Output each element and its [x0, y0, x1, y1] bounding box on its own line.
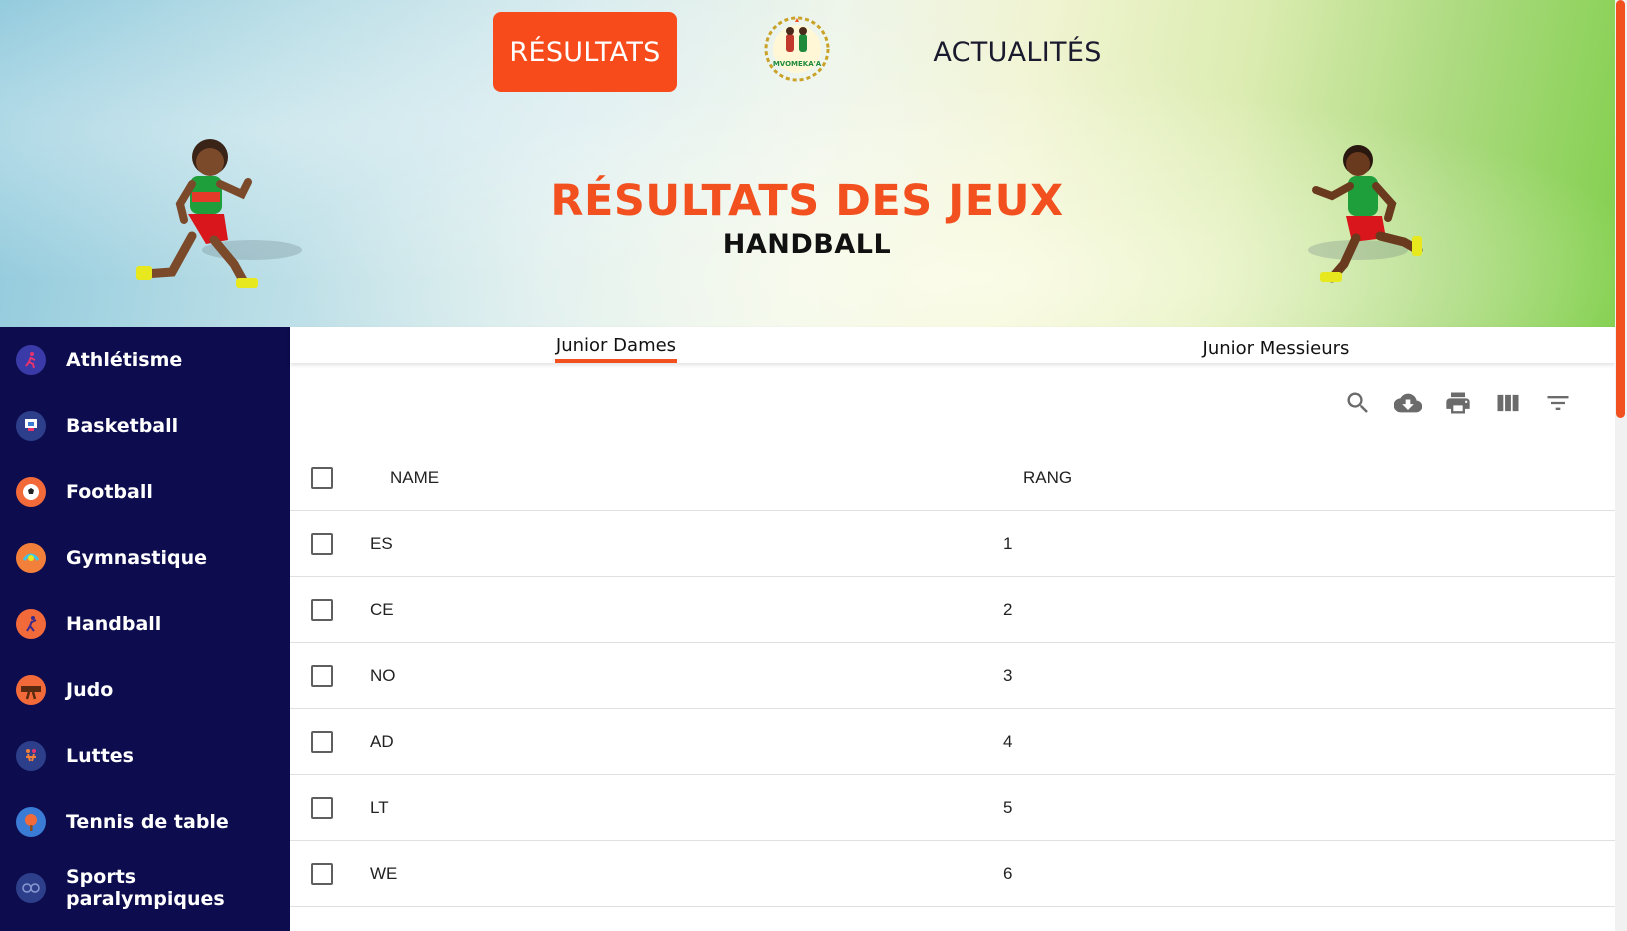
nav-results-button[interactable]: RÉSULTATS	[493, 12, 677, 92]
tab-label: Junior Messieurs	[1202, 337, 1350, 359]
filter-icon[interactable]	[1544, 389, 1572, 417]
sidebar-item-football[interactable]: Football	[0, 459, 290, 525]
scrollbar-thumb[interactable]	[1616, 0, 1625, 418]
table-row[interactable]: CE 2	[290, 577, 1615, 643]
column-header-rang[interactable]: RANG	[1023, 445, 1072, 511]
table-tennis-icon	[16, 807, 46, 837]
cell-rang: 1	[1003, 534, 1013, 553]
sidebar-item-label: Sports paralympiques	[66, 866, 225, 910]
column-header-name[interactable]: NAME	[390, 445, 439, 511]
table-header: NAME RANG	[290, 445, 1615, 511]
football-icon	[16, 477, 46, 507]
sidebar-item-label: Judo	[66, 679, 114, 701]
row-checkbox[interactable]	[311, 533, 333, 555]
sidebar-item-athletisme[interactable]: Athlétisme	[0, 327, 290, 393]
sidebar-item-sports-paralympiques[interactable]: Sports paralympiques	[0, 855, 290, 921]
sidebar-item-label: Basketball	[66, 415, 179, 437]
hero-banner: RÉSULTATS MVOMEKA'A ACTUALITÉS RÉSULTATS…	[0, 0, 1627, 327]
sidebar-item-label: Athlétisme	[66, 349, 183, 371]
active-tab-indicator	[555, 359, 677, 363]
cell-rang: 4	[1003, 732, 1013, 751]
download-icon[interactable]	[1393, 389, 1423, 417]
sidebar-item-judo[interactable]: Judo	[0, 657, 290, 723]
wrestling-icon	[16, 741, 46, 771]
paralympic-icon	[16, 873, 46, 903]
sidebar-item-tennis-de-table[interactable]: Tennis de table	[0, 789, 290, 855]
cell-name: NO	[370, 666, 396, 685]
table-row[interactable]: NO 3	[290, 643, 1615, 709]
svg-text:MVOMEKA'A: MVOMEKA'A	[773, 60, 822, 68]
cell-name: AD	[370, 732, 394, 751]
basketball-icon	[16, 411, 46, 441]
sidebar-item-label: Football	[66, 481, 153, 503]
row-checkbox[interactable]	[311, 599, 333, 621]
nav-news-link[interactable]: ACTUALITÉS	[930, 12, 1105, 92]
sidebar-item-handball[interactable]: Handball	[0, 591, 290, 657]
cell-rang: 5	[1003, 798, 1013, 817]
view-columns-icon[interactable]	[1494, 389, 1522, 417]
sidebar-item-label: Tennis de table	[66, 811, 229, 833]
sidebar-item-basketball[interactable]: Basketball	[0, 393, 290, 459]
print-icon[interactable]	[1444, 389, 1472, 417]
cell-rang: 6	[1003, 864, 1013, 883]
runner-boy-illustration	[1308, 138, 1483, 303]
sidebar-item-gymnastique[interactable]: Gymnastique	[0, 525, 290, 591]
cell-name: LT	[370, 798, 389, 817]
cell-name: WE	[370, 864, 398, 883]
sports-sidebar: Athlétisme Basketball Football Gymnastiq…	[0, 327, 290, 931]
running-icon	[16, 345, 46, 375]
cell-rang: 3	[1003, 666, 1013, 685]
page-scrollbar[interactable]	[1615, 0, 1627, 931]
search-icon[interactable]	[1344, 389, 1372, 417]
handball-icon	[16, 609, 46, 639]
tab-junior-dames[interactable]: Junior Dames	[555, 327, 677, 363]
judo-icon	[16, 675, 46, 705]
sidebar-item-luttes[interactable]: Luttes	[0, 723, 290, 789]
row-checkbox[interactable]	[311, 665, 333, 687]
tab-label: Junior Dames	[555, 334, 677, 356]
results-panel: Junior Dames Junior Messieurs NAME RANG …	[290, 327, 1615, 931]
sidebar-item-label: Luttes	[66, 745, 134, 767]
row-checkbox[interactable]	[311, 797, 333, 819]
cell-name: ES	[370, 534, 393, 553]
sidebar-item-label: Handball	[66, 613, 162, 635]
table-row[interactable]: LT 5	[290, 775, 1615, 841]
table-row[interactable]: AD 4	[290, 709, 1615, 775]
games-logo[interactable]: MVOMEKA'A	[764, 16, 830, 82]
tab-junior-messieurs[interactable]: Junior Messieurs	[1196, 330, 1356, 366]
cell-rang: 2	[1003, 600, 1013, 619]
table-row[interactable]: ES 1	[290, 511, 1615, 577]
row-checkbox[interactable]	[311, 863, 333, 885]
select-all-checkbox[interactable]	[311, 467, 333, 489]
row-checkbox[interactable]	[311, 731, 333, 753]
sidebar-item-label: Gymnastique	[66, 547, 208, 569]
cell-name: CE	[370, 600, 394, 619]
category-tabs: Junior Dames Junior Messieurs	[290, 327, 1615, 363]
table-row[interactable]: WE 6	[290, 841, 1615, 907]
gymnastics-icon	[16, 543, 46, 573]
